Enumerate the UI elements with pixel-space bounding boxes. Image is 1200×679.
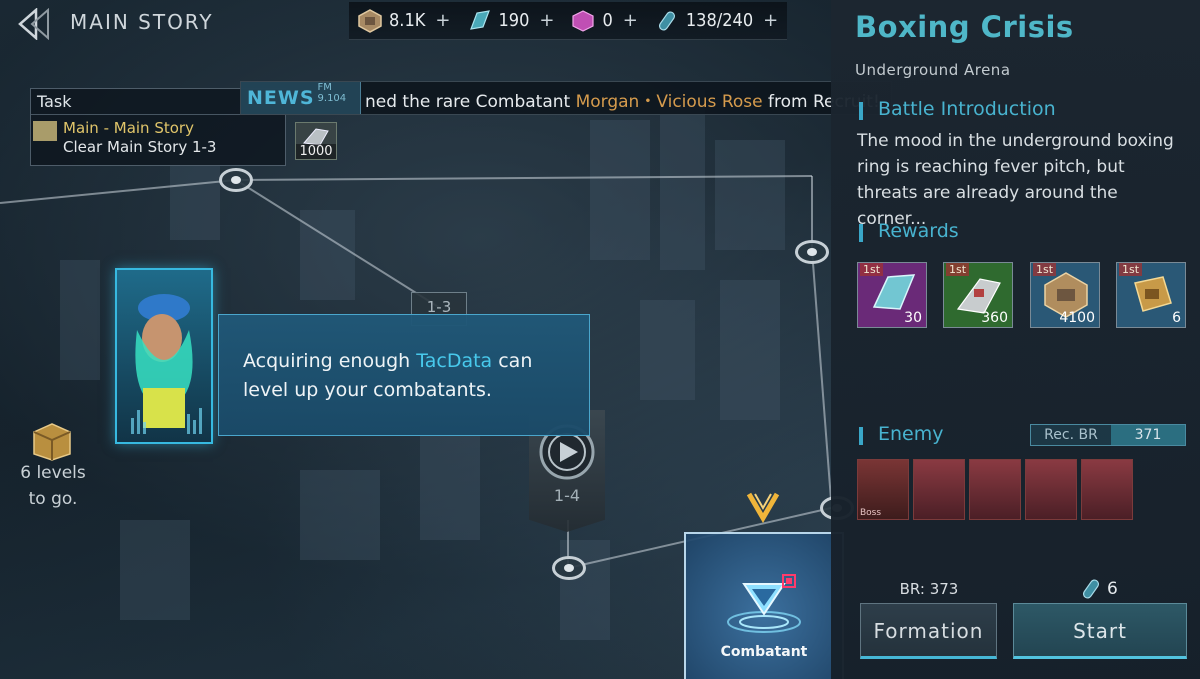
enemy-unit[interactable] [1025, 459, 1077, 520]
stage-node-1-4-label: 1-4 [553, 486, 581, 505]
add-stamina-button[interactable]: + [763, 10, 778, 31]
section-marker [859, 427, 863, 445]
guide-character-avatar [131, 294, 202, 434]
resource-credits: 8.1K + [357, 8, 450, 34]
task-badge-icon [33, 121, 57, 141]
map-node[interactable] [552, 556, 586, 580]
team-br-label: BR: 373 [899, 580, 959, 598]
resource-stamina: 138/240 + [654, 8, 778, 34]
recommended-br: Rec. BR 371 [1030, 424, 1186, 446]
enemy-unit[interactable] [969, 459, 1021, 520]
battle-intro-heading: Battle Introduction [878, 98, 1056, 120]
news-highlight: Morgan・Vicious Rose [575, 92, 763, 112]
reward-item-weapon-part[interactable]: 1st 360 [943, 262, 1013, 328]
enemy-boss[interactable]: Boss [857, 459, 909, 520]
task-reward-amount: 1000 [296, 144, 336, 159]
enemy-heading: Enemy [878, 423, 944, 445]
rec-br-value: 371 [1111, 425, 1185, 445]
chest-icon[interactable] [30, 420, 74, 462]
news-text: ned the rare Combatant Morgan・Vicious Ro… [365, 92, 880, 112]
resource-bar: 8.1K + 190 + 0 + 138/240 + [349, 2, 787, 40]
section-marker [859, 224, 863, 242]
add-credits-button[interactable]: + [435, 10, 450, 31]
back-button[interactable] [18, 8, 54, 40]
enemy-unit[interactable] [913, 459, 965, 520]
section-marker [859, 102, 863, 120]
guide-portrait [115, 268, 213, 444]
combatant-icon [727, 583, 801, 633]
start-cost-value: 6 [1107, 579, 1118, 599]
notification-dot [782, 574, 796, 588]
task-reward[interactable]: 1000 [295, 122, 337, 160]
battle-intro-text: The mood in the underground boxing ring … [857, 131, 1174, 229]
rec-br-label: Rec. BR [1031, 425, 1111, 445]
pink-cube-icon [570, 8, 596, 34]
stage-title: Boxing Crisis [855, 10, 1074, 44]
news-ticker: NEWS FM 9.104 ned the rare Combatant Mor… [240, 81, 892, 115]
add-crystal-button[interactable]: + [539, 10, 554, 31]
combatant-button[interactable]: Combatant [684, 532, 844, 679]
page-title: MAIN STORY [70, 10, 214, 34]
news-tag: NEWS FM 9.104 [241, 82, 361, 114]
task-description: Clear Main Story 1-3 [63, 138, 217, 156]
task-title: Main - Main Story [63, 119, 194, 137]
combatant-label: Combatant [720, 644, 808, 660]
stage-detail-panel: Boxing Crisis Underground Arena Battle I… [831, 0, 1200, 679]
tutorial-dialog[interactable]: Acquiring enough TacData can level up yo… [218, 314, 590, 436]
stamina-capsule-icon [654, 8, 680, 34]
tutorial-highlight: TacData [416, 350, 493, 372]
resource-pink-cube: 0 + [570, 8, 638, 34]
map-node[interactable] [795, 240, 829, 264]
stamina-capsule-icon [1082, 579, 1100, 599]
reward-item-crystal-shard[interactable]: 1st 30 [857, 262, 927, 328]
news-label: NEWS [247, 87, 315, 109]
stage-location: Underground Arena [855, 61, 1011, 79]
reward-item-exp-chip[interactable]: 1st 6 [1116, 262, 1186, 328]
formation-button[interactable]: Formation [860, 603, 997, 659]
reward-item-credits[interactable]: 1st 4100 [1030, 262, 1100, 328]
start-cost: 6 [1081, 576, 1141, 602]
map-node[interactable] [219, 168, 253, 192]
enemy-unit[interactable] [1081, 459, 1133, 520]
start-button[interactable]: Start [1013, 603, 1187, 659]
pointer-chevron-icon [745, 488, 781, 524]
news-frequency: FM 9.104 [317, 82, 347, 104]
resource-crystal: 190 + [466, 8, 554, 34]
credits-crate-icon [357, 8, 383, 34]
crystal-icon [466, 8, 492, 34]
back-arrow-icon [18, 8, 49, 40]
chest-progress-label: 6 levels to go. [20, 463, 86, 509]
rewards-heading: Rewards [878, 220, 959, 242]
add-pink-cube-button[interactable]: + [623, 10, 638, 31]
